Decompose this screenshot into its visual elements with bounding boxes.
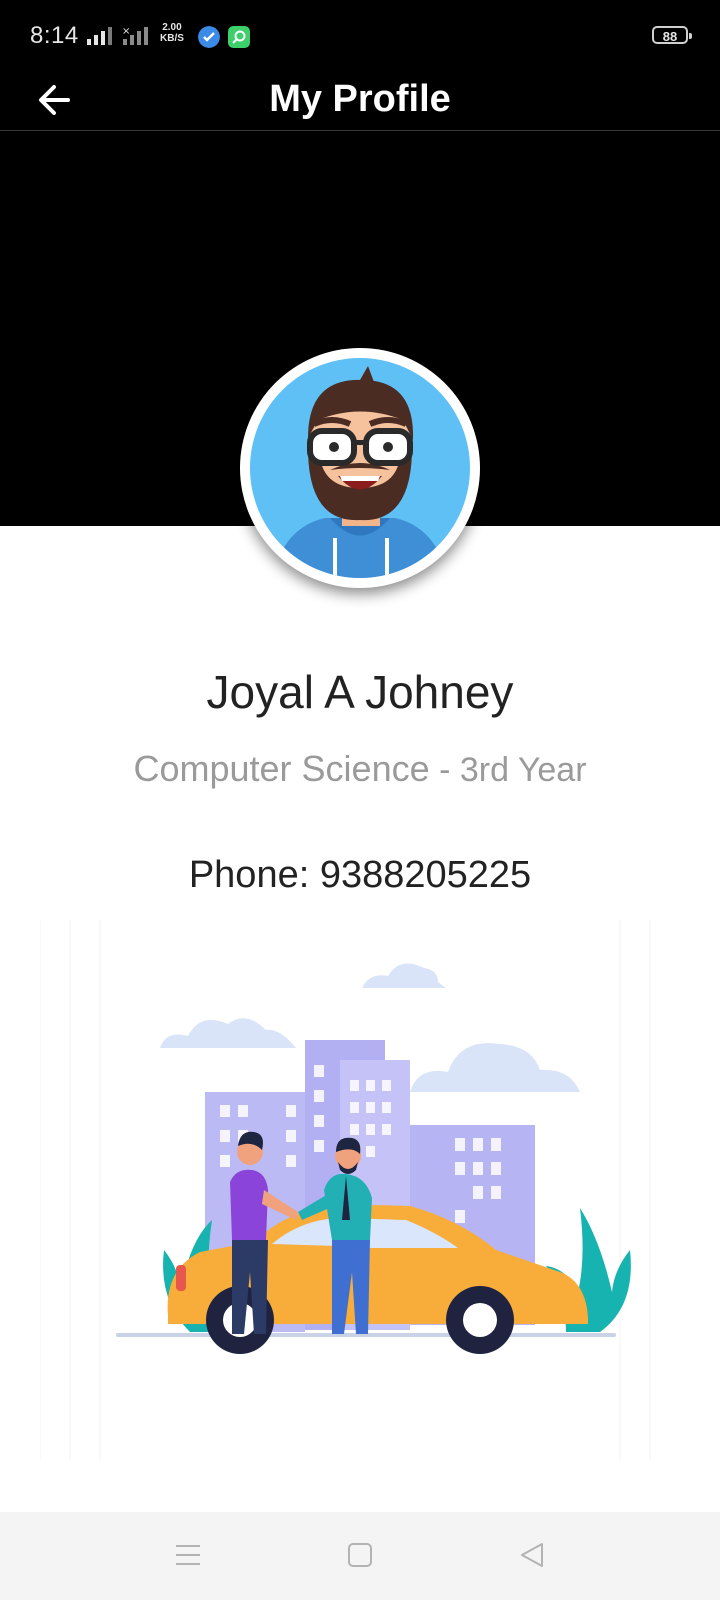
profile-year: 3rd Year bbox=[459, 751, 587, 789]
search-app-icon bbox=[228, 26, 250, 48]
square-icon bbox=[348, 1543, 372, 1567]
signal-no-service-icon: × bbox=[122, 26, 148, 45]
svg-text:×: × bbox=[122, 26, 130, 37]
app-bar: My Profile bbox=[0, 72, 720, 131]
profile-department-line: Computer Science - 3rd Year bbox=[0, 748, 720, 790]
battery-icon: 88 bbox=[652, 26, 692, 44]
profile-department: Computer Science bbox=[133, 748, 430, 789]
ride-share-handshake-illustration bbox=[39, 920, 651, 1460]
bearded-man-avatar-icon bbox=[250, 358, 470, 578]
department-year-separator: - bbox=[429, 751, 460, 789]
check-app-icon bbox=[198, 26, 220, 48]
avatar[interactable] bbox=[240, 348, 480, 588]
network-speed: 2.00 KB/S bbox=[160, 22, 184, 44]
network-speed-unit: KB/S bbox=[160, 33, 184, 44]
system-navigation-bar bbox=[0, 1512, 720, 1600]
page-title: My Profile bbox=[269, 78, 451, 120]
triangle-back-icon bbox=[521, 1543, 543, 1567]
menu-icon bbox=[176, 1545, 200, 1565]
profile-phone: Phone: 9388205225 bbox=[188, 854, 532, 896]
ride-share-illustration bbox=[39, 920, 680, 1480]
status-bar: 8:14 × 2.00 KB/S 88 bbox=[0, 0, 720, 72]
home-button[interactable] bbox=[345, 1540, 375, 1570]
system-back-button[interactable] bbox=[517, 1540, 547, 1570]
recent-apps-button[interactable] bbox=[173, 1540, 203, 1570]
status-time: 8:14 bbox=[30, 22, 79, 49]
signal-icon bbox=[87, 27, 112, 45]
network-speed-value: 2.00 bbox=[162, 22, 182, 33]
profile-name: Joyal A Johney bbox=[206, 666, 514, 718]
